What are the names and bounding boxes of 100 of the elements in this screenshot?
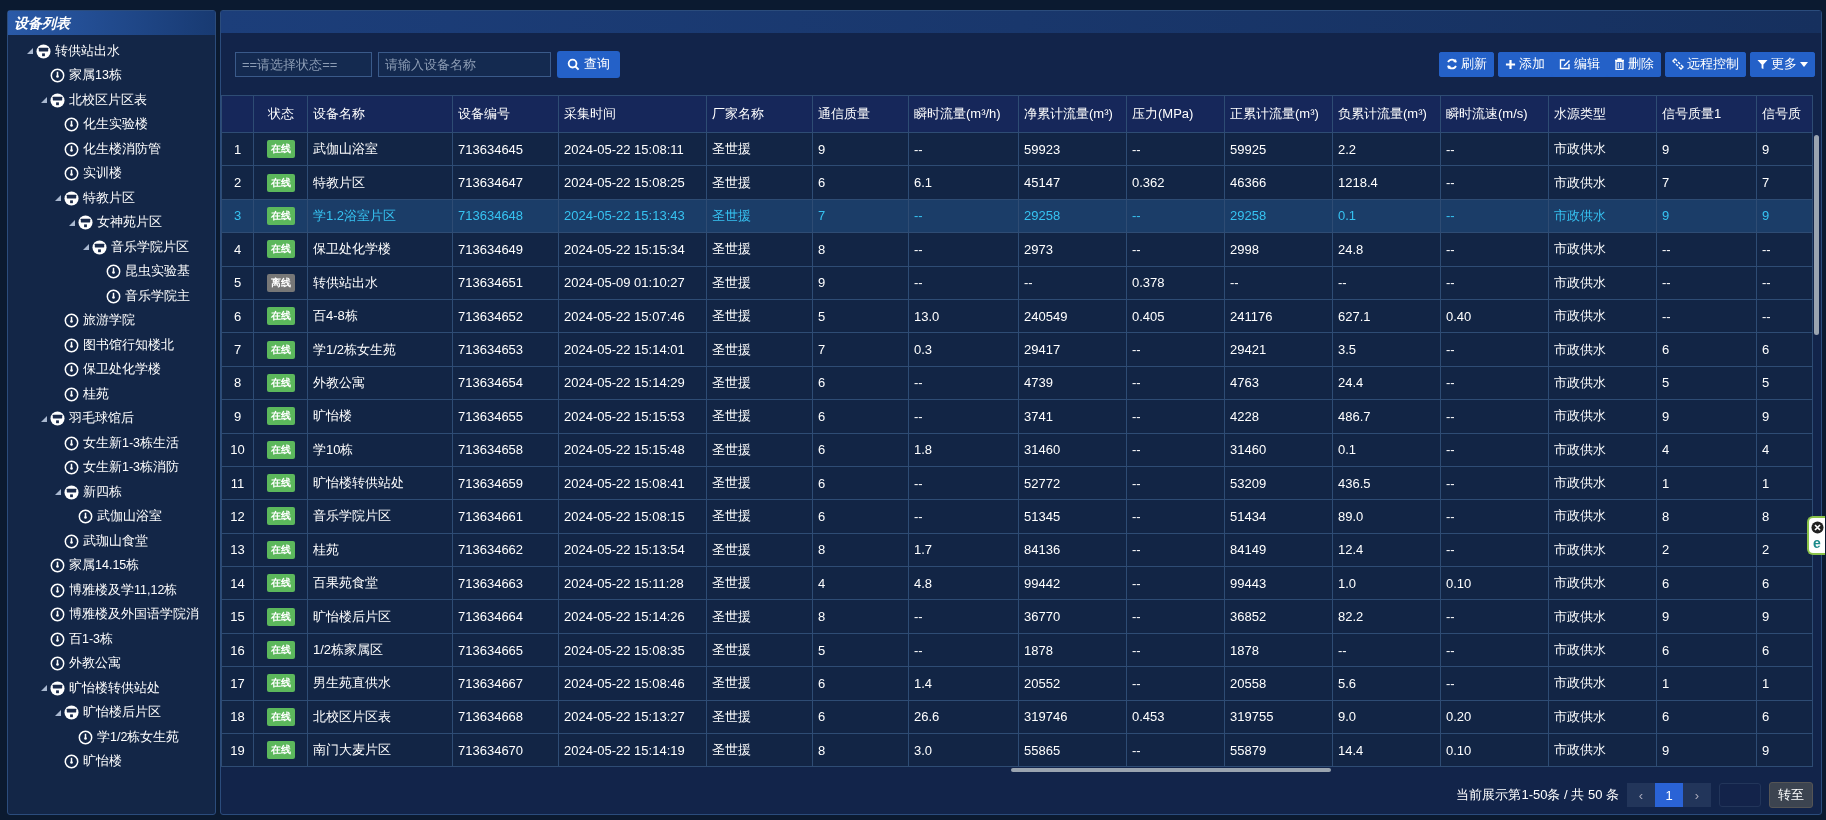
widget-label[interactable]: e xyxy=(1813,536,1821,550)
status-badge: 在线 xyxy=(266,474,295,493)
tree-item[interactable]: 女生新1-3栋消防 xyxy=(83,459,180,477)
table-cell: 713634661 xyxy=(452,499,559,534)
table-row[interactable]: 9 在线 旷怡楼 713634655 2024-05-22 15:15:53 圣世援 6 -- 3741 -- 4228 486.7 -- 市政供水 9 9 xyxy=(221,399,1813,433)
tree-item[interactable]: 特教片区 xyxy=(83,189,135,207)
table-row[interactable]: 8 在线 外教公寓 713634654 2024-05-22 15:14:29 圣世援 6 -- 4739 -- 4763 24.4 -- 市政供水 5 5 xyxy=(221,366,1813,400)
next-page-button[interactable]: › xyxy=(1683,783,1711,807)
tree-item[interactable]: 旷怡楼 xyxy=(83,753,122,771)
column-header[interactable]: 水源类型 xyxy=(1554,106,1606,121)
tree-item[interactable]: 武珈山食堂 xyxy=(83,532,148,550)
table-cell: 5 xyxy=(1756,366,1813,400)
tree-item[interactable]: 博雅楼及外国语学院消 xyxy=(69,606,199,624)
table-row[interactable]: 4 在线 保卫处化学楼 713634649 2024-05-22 15:15:34 圣世援 8 -- 2973 -- 2998 24.8 -- 市政供水 -- -- xyxy=(221,232,1813,267)
tree-item[interactable]: 音乐学院主 xyxy=(125,287,190,305)
tree-item[interactable]: 百1-3栋 xyxy=(69,630,114,648)
tree-item[interactable]: 实训楼 xyxy=(83,165,122,183)
row-number: 2 xyxy=(221,165,254,200)
sidebar-title: 设备列表 xyxy=(8,11,215,35)
tree-item[interactable]: 化生实验楼 xyxy=(83,116,148,134)
tree-item[interactable]: 桂苑 xyxy=(83,385,109,403)
table-cell: 圣世援 xyxy=(706,132,813,166)
tree-item[interactable]: 音乐学院片区 xyxy=(111,238,189,256)
table-row[interactable]: 6 在线 百4-8栋 713634652 2024-05-22 15:07:46 圣世援 5 13.0 240549 0.405 241176 627.1 0.40 市政供水 -- -- xyxy=(221,299,1813,333)
status-badge: 在线 xyxy=(266,340,295,359)
refresh-button[interactable]: 刷新 xyxy=(1439,51,1494,77)
table-cell: 713634658 xyxy=(452,433,559,467)
table-row[interactable]: 19 在线 南门大麦片区 713634670 2024-05-22 15:14:19 圣世援 8 3.0 55865 -- 55879 14.4 0.10 市政供水 9 9 xyxy=(221,733,1813,767)
table-cell: 2024-05-22 15:14:26 xyxy=(558,599,707,634)
table-row[interactable]: 1 在线 武伽山浴室 713634645 2024-05-22 15:08:11 圣世援 9 -- 59923 -- 59925 2.2 -- 市政供水 9 9 xyxy=(221,132,1813,166)
table-cell: 8 xyxy=(812,232,909,267)
table-row[interactable]: 16 在线 1/2栋家属区 713634665 2024-05-22 15:08:35 圣世援 5 -- 1878 -- 1878 -- -- 市政供水 6 6 xyxy=(221,633,1813,667)
table-cell: 圣世援 xyxy=(706,332,813,367)
tree-item[interactable]: 武伽山浴室 xyxy=(97,508,162,526)
column-header[interactable]: 设备名称 xyxy=(313,106,365,121)
status-select[interactable]: ==请选择状态== xyxy=(235,51,372,77)
table-cell: 音乐学院片区 xyxy=(307,499,453,534)
tree-item[interactable]: 旅游学院 xyxy=(83,312,135,330)
table-row[interactable]: 12 在线 音乐学院片区 713634661 2024-05-22 15:08:15 圣世援 6 -- 51345 -- 51434 89.0 -- 市政供水 8 8 xyxy=(221,499,1813,534)
status-badge: 在线 xyxy=(266,206,295,225)
tree-item[interactable]: 博雅楼及学11,12栋 xyxy=(69,581,178,599)
tree-item[interactable]: 旷怡楼转供站处 xyxy=(69,679,160,697)
table-cell: 9 xyxy=(1656,399,1757,433)
goto-button[interactable]: 转至 xyxy=(1769,782,1813,808)
column-header[interactable]: 采集时间 xyxy=(564,106,616,121)
remote-button[interactable]: 远程控制 xyxy=(1665,51,1746,77)
table-row[interactable]: 2 在线 特教片区 713634647 2024-05-22 15:08:25 圣世援 6 6.1 45147 0.362 46366 1218.4 -- 市政供水 7 7 xyxy=(221,165,1813,200)
table-cell: 84136 xyxy=(1018,533,1127,567)
table-cell: 市政供水 xyxy=(1548,232,1657,267)
table-row[interactable]: 11 在线 旷怡楼转供站处 713634659 2024-05-22 15:08:41 圣世援 6 -- 52772 -- 53209 436.5 -- 市政供水 1 1 xyxy=(221,466,1813,500)
tree-item[interactable]: 北校区片区表 xyxy=(69,91,147,109)
table-row[interactable]: 14 在线 百果苑食堂 713634663 2024-05-22 15:11:28 圣世援 4 4.8 99442 -- 99443 1.0 0.10 市政供水 6 6 xyxy=(221,566,1813,600)
column-header[interactable]: 厂家名称 xyxy=(712,106,764,121)
table-cell: 0.10 xyxy=(1440,733,1549,767)
query-button[interactable]: 查询 xyxy=(557,50,620,78)
table-cell: -- xyxy=(1332,633,1441,667)
table-cell: 6 xyxy=(1656,332,1757,367)
row-number: 19 xyxy=(221,733,254,767)
prev-page-button[interactable]: ‹ xyxy=(1627,783,1655,807)
tree-item[interactable]: 女神苑片区 xyxy=(97,214,162,232)
more-button[interactable]: 更多 xyxy=(1750,51,1815,77)
table-cell: 市政供水 xyxy=(1548,399,1657,433)
table-cell: 0.40 xyxy=(1440,299,1549,333)
table-cell: 4228 xyxy=(1224,399,1333,433)
table-cell: 旷怡楼 xyxy=(307,399,453,433)
tree-item[interactable]: 昆虫实验基 xyxy=(125,263,190,281)
tree-item[interactable]: 保卫处化学楼 xyxy=(83,361,161,379)
table-row[interactable]: 10 在线 学10栋 713634658 2024-05-22 15:15:48 圣世援 6 1.8 31460 -- 31460 0.1 -- 市政供水 4 4 xyxy=(221,433,1813,467)
search-field[interactable]: 请输入设备名称 xyxy=(378,51,551,77)
table-cell: 53209 xyxy=(1224,466,1333,500)
tree-item[interactable]: 家属14.15栋 xyxy=(69,557,140,575)
row-number: 8 xyxy=(221,366,254,400)
tree-item[interactable]: 家属13栋 xyxy=(69,67,122,85)
tree-item[interactable]: 转供站出水 xyxy=(55,42,120,60)
table-row[interactable]: 5 离线 转供站出水 713634651 2024-05-09 01:10:27 圣世援 9 -- -- 0.378 -- -- -- 市政供水 -- -- xyxy=(221,266,1813,300)
page-button[interactable]: 1 xyxy=(1655,783,1683,807)
table-cell: 713634665 xyxy=(452,633,559,667)
table-row[interactable]: 13 在线 桂苑 713634662 2024-05-22 15:13:54 圣世援 8 1.7 84136 -- 84149 12.4 -- 市政供水 2 2 xyxy=(221,533,1813,567)
column-header[interactable]: 设备编号 xyxy=(458,106,510,121)
tree-item[interactable]: 旷怡楼后片区 xyxy=(83,704,161,722)
table-cell: -- xyxy=(1126,466,1225,500)
status-badge: 在线 xyxy=(266,574,295,593)
table-row[interactable]: 15 在线 旷怡楼后片区 713634664 2024-05-22 15:14:26 圣世援 8 -- 36770 -- 36852 82.2 -- 市政供水 9 9 xyxy=(221,599,1813,634)
table-cell: 45147 xyxy=(1018,165,1127,200)
column-header[interactable]: 状态 xyxy=(267,106,294,121)
tree-item[interactable]: 学1/2栋女生苑 xyxy=(97,728,180,746)
table-row[interactable]: 18 在线 北校区片区表 713634668 2024-05-22 15:13:27 圣世援 6 26.6 319746 0.453 319755 9.0 0.20 市政供水 6 6 xyxy=(221,700,1813,734)
table-row[interactable]: 17 在线 男生苑直供水 713634667 2024-05-22 15:08:46 圣世援 6 1.4 20552 -- 20558 5.6 -- 市政供水 1 1 xyxy=(221,666,1813,701)
table-row[interactable]: 3 在线 学1.2浴室片区 713634648 2024-05-22 15:13:43 圣世援 7 -- 29258 -- 29258 0.1 -- 市政供水 9 9 xyxy=(221,199,1813,233)
table-cell: -- xyxy=(1126,332,1225,367)
table-cell: -- xyxy=(1656,232,1757,267)
tree-item[interactable]: 新四栋 xyxy=(83,483,122,501)
tree-item[interactable]: 图书馆行知楼北 xyxy=(83,336,174,354)
tree-item[interactable]: 化生楼消防管 xyxy=(83,140,161,158)
table-row[interactable]: 7 在线 学1/2栋女生苑 713634653 2024-05-22 15:14:01 圣世援 7 0.3 29417 -- 29421 3.5 -- 市政供水 6 6 xyxy=(221,332,1813,367)
table-cell: 6 xyxy=(1756,332,1813,367)
tree-item[interactable]: 女生新1-3栋生活 xyxy=(83,434,180,452)
table-cell: 9 xyxy=(1756,399,1813,433)
tree-item[interactable]: 外教公寓 xyxy=(69,655,121,673)
tree-item[interactable]: 羽毛球馆后 xyxy=(69,410,134,428)
